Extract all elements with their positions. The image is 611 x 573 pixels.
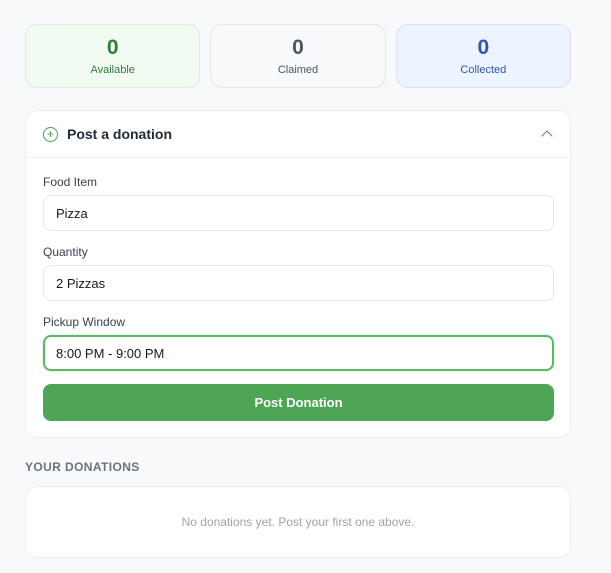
stat-available-label: Available: [90, 64, 135, 76]
empty-state-message: No donations yet. Post your first one ab…: [181, 515, 415, 529]
app-root: 0 Available 0 Claimed 0 Collected + Post…: [0, 0, 611, 573]
food-item-label: Food Item: [43, 175, 98, 189]
stat-claimed-value: 0: [292, 36, 304, 59]
stat-available: 0 Available: [25, 24, 201, 88]
plus-circle-icon: +: [43, 126, 58, 142]
pickup-window-input[interactable]: 8:00 PM - 9:00 PM: [43, 335, 554, 371]
your-donations-heading: YOUR DONATIONS: [25, 460, 140, 474]
post-donation-header[interactable]: + Post a donation: [26, 111, 570, 158]
pickup-window-label: Pickup Window: [43, 315, 126, 329]
post-donation-card: + Post a donation Food Item Pizza Quanti…: [25, 110, 571, 438]
stat-collected: 0 Collected: [395, 24, 571, 88]
post-donation-button[interactable]: Post Donation: [43, 384, 554, 421]
stat-claimed: 0 Claimed: [210, 24, 386, 88]
donations-empty-state: No donations yet. Post your first one ab…: [25, 486, 571, 558]
quantity-label: Quantity: [43, 245, 88, 259]
stat-available-value: 0: [106, 36, 119, 59]
chevron-up-icon[interactable]: [541, 130, 553, 142]
quantity-input[interactable]: 2 Pizzas: [43, 265, 554, 301]
donation-form: Food Item Pizza Quantity 2 Pizzas Pickup…: [26, 158, 570, 421]
stat-claimed-label: Claimed: [277, 64, 319, 76]
post-donation-title: Post a donation: [67, 126, 172, 142]
stat-collected-value: 0: [477, 36, 490, 59]
food-item-input[interactable]: Pizza: [43, 195, 554, 231]
stats-row: 0 Available 0 Claimed 0 Collected: [25, 24, 571, 88]
stat-collected-label: Collected: [460, 64, 507, 76]
